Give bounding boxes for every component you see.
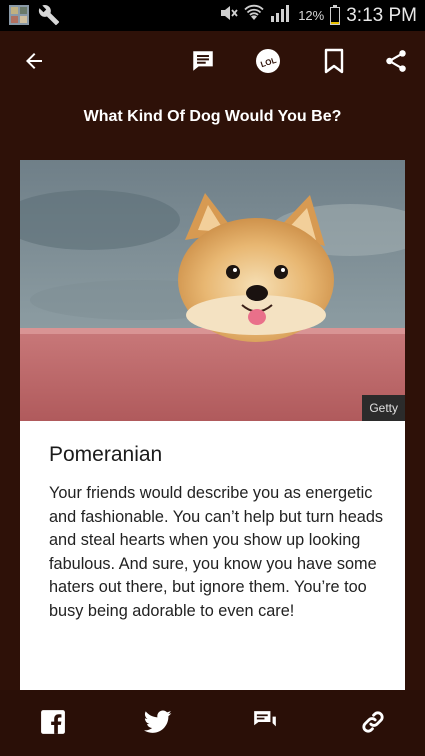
share-comment-button[interactable] bbox=[248, 707, 282, 741]
lol-reaction-button[interactable]: LOL bbox=[248, 43, 288, 83]
share-bar bbox=[0, 690, 425, 756]
bookmark-button[interactable] bbox=[314, 43, 354, 83]
quiz-title: What Kind Of Dog Would You Be? bbox=[83, 108, 342, 125]
bookmark-icon bbox=[323, 48, 345, 79]
back-button[interactable] bbox=[14, 43, 54, 83]
copy-link-icon bbox=[360, 709, 386, 740]
mute-icon bbox=[218, 3, 238, 28]
share-facebook-button[interactable] bbox=[36, 707, 70, 741]
battery-icon bbox=[330, 4, 341, 25]
battery-percent: 12% bbox=[298, 8, 325, 23]
comments-icon bbox=[190, 48, 216, 79]
twitter-icon bbox=[143, 709, 172, 739]
app-bar: LOL bbox=[0, 31, 425, 95]
facebook-icon bbox=[40, 709, 66, 740]
image-credit: Getty bbox=[362, 395, 405, 421]
copy-link-button[interactable] bbox=[356, 707, 390, 741]
result-title: Pomeranian bbox=[49, 443, 163, 466]
lol-reaction-icon: LOL bbox=[254, 47, 282, 80]
signal-icon bbox=[270, 3, 292, 28]
back-arrow-icon bbox=[22, 49, 46, 78]
result-photo: Getty bbox=[20, 160, 405, 421]
quiz-result-card: Getty Pomeranian Your friends would desc… bbox=[20, 160, 405, 690]
share-twitter-button[interactable] bbox=[141, 707, 175, 741]
wifi-icon bbox=[244, 3, 264, 28]
share-button[interactable] bbox=[376, 43, 416, 83]
comment-icon bbox=[252, 709, 278, 740]
result-description: Your friends would describe you as energ… bbox=[49, 484, 384, 620]
status-bar: 12% 3:13 PM bbox=[0, 0, 425, 31]
clock: 3:13 PM bbox=[346, 4, 417, 26]
wrench-icon bbox=[38, 4, 60, 31]
photo-notification-icon bbox=[8, 4, 30, 31]
share-icon bbox=[383, 48, 409, 79]
comments-button[interactable] bbox=[183, 43, 223, 83]
